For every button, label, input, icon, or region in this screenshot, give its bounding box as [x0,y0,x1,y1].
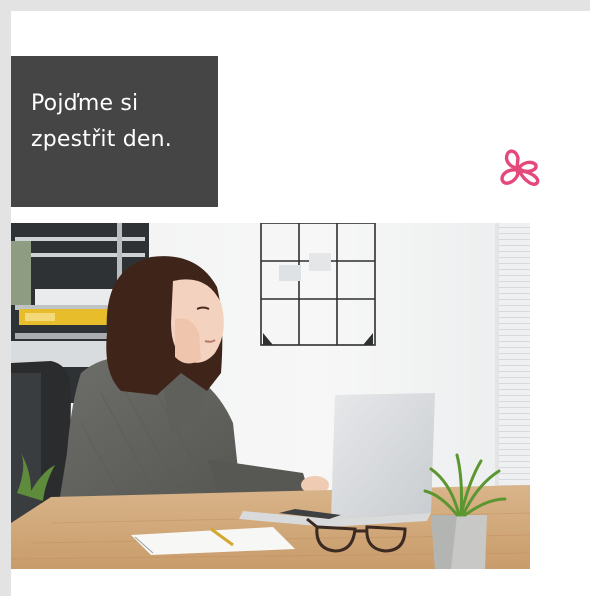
headline-box: Pojďme si zpestřit den. [11,56,218,207]
promo-card: Pojďme si zpestřit den. [11,11,590,596]
headline-line-1: Pojďme si [31,91,139,116]
headline-line-2: zpestřit den. [31,127,172,152]
butterfly-icon [495,147,543,191]
headline: Pojďme si zpestřit den. [31,86,218,158]
office-worker-photo [11,223,530,569]
